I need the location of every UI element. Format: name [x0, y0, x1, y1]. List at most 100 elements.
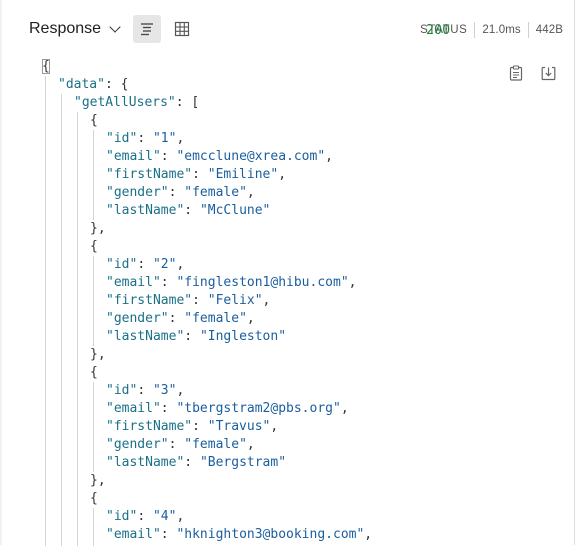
json-brace-open: { — [90, 365, 98, 380]
status-divider — [474, 22, 476, 38]
json-brace-close: }, — [90, 347, 106, 362]
indent-guide — [45, 76, 46, 546]
json-value-id: "3" — [152, 383, 177, 398]
json-comma: , — [348, 275, 357, 290]
json-colon: : — [192, 167, 208, 182]
json-line: "id": "1", — [106, 130, 184, 148]
json-line: "lastName": "Bergstram" — [106, 454, 286, 472]
json-line: "id": "3", — [106, 382, 184, 400]
json-key-data-text: data — [65, 77, 98, 92]
json-value-gender: "female" — [184, 185, 247, 200]
indent-guide — [61, 94, 62, 546]
json-key-email: "email" — [106, 149, 161, 164]
json-value-gender: "female" — [184, 311, 247, 326]
json-comma: , — [364, 527, 373, 542]
json-value-lastName: "Bergstram" — [199, 455, 287, 470]
json-line: }, — [90, 346, 106, 364]
json-comma: , — [176, 131, 185, 146]
json-brace-open: { — [90, 491, 98, 506]
json-key-firstName: "firstName" — [106, 293, 193, 308]
json-comma: , — [246, 185, 255, 200]
json-line: "data": { — [58, 77, 129, 92]
json-comma: , — [176, 509, 185, 524]
json-key-id: "id" — [106, 257, 138, 272]
json-key-gender: "gender" — [106, 185, 169, 200]
json-key-data: "data" — [58, 77, 105, 92]
json-line: "gender": "female", — [106, 310, 255, 328]
json-line: "lastName": "Ingleston" — [106, 328, 286, 346]
json-key-gender: "gender" — [106, 437, 169, 452]
json-value-lastName: "Ingleston" — [199, 329, 287, 344]
json-line: { — [90, 364, 98, 382]
json-key-email: "email" — [106, 401, 161, 416]
json-line: }, — [90, 220, 106, 238]
json-value-email: "emcclune@xrea.com" — [176, 149, 326, 164]
json-line: "email": "fingleston1@hibu.com", — [106, 274, 356, 292]
json-line: "firstName": "Travus", — [106, 418, 278, 436]
json-key-email: "email" — [106, 527, 161, 542]
response-title: Response — [29, 20, 102, 37]
indent-guide — [77, 112, 78, 546]
status-divider — [527, 22, 529, 38]
json-line: "gender": "female", — [106, 184, 255, 202]
json-comma: , — [176, 383, 185, 398]
json-line: "id": "4", — [106, 508, 184, 526]
json-line: "getAllUsers": [ — [74, 95, 200, 110]
json-line: { — [90, 490, 98, 508]
json-value-firstName: "Travus" — [207, 419, 271, 434]
response-view-dropdown[interactable]: Response — [29, 20, 121, 38]
json-key-id: "id" — [106, 383, 138, 398]
json-colon: : — [160, 527, 177, 542]
pretty-view-icon — [141, 23, 153, 36]
json-colon: : — [160, 401, 177, 416]
json-line: "firstName": "Felix", — [106, 292, 270, 310]
chevron-down-icon — [109, 20, 121, 33]
json-brace-open: { — [90, 239, 98, 254]
status-code: 200 — [426, 23, 451, 38]
json-value-email: "hknighton3@booking.com" — [176, 527, 365, 542]
indent-guide — [93, 130, 94, 220]
json-value-firstName: "Felix" — [207, 293, 263, 308]
json-comma: , — [246, 437, 255, 452]
download-button[interactable] — [540, 64, 556, 82]
json-key-lastName: "lastName" — [106, 329, 185, 344]
json-colon: : — [137, 509, 153, 524]
json-colon: : — [137, 257, 153, 272]
json-brace-open: { — [42, 59, 50, 74]
json-colon: : — [184, 329, 200, 344]
response-size: 442B — [535, 24, 563, 36]
json-key-lastName: "lastName" — [106, 455, 185, 470]
json-colon: : — [160, 149, 177, 164]
json-value-email: "fingleston1@hibu.com" — [176, 275, 349, 290]
json-brace-close: }, — [90, 221, 106, 236]
json-comma: , — [325, 149, 333, 164]
json-colon: : — [184, 203, 200, 218]
json-brace-open: { — [90, 113, 98, 128]
table-view-button[interactable] — [168, 15, 196, 43]
json-key-id: "id" — [106, 509, 138, 524]
json-key-firstName: "firstName" — [106, 419, 193, 434]
json-colon: : — [192, 293, 208, 308]
response-time: 21.0ms — [482, 24, 521, 36]
json-value-email: "tbergstram2@pbs.org" — [176, 401, 341, 416]
download-icon — [541, 66, 555, 80]
json-response-panel[interactable]: { "data": { "getAllUsers": [ { "id": "1",… — [0, 58, 575, 546]
json-comma: , — [262, 293, 271, 308]
json-line: { — [42, 58, 50, 76]
json-key-gender: "gender" — [106, 311, 169, 326]
json-key-firstName: "firstName" — [106, 167, 193, 182]
json-colon: : — [137, 383, 153, 398]
response-header: Response STATUS 200 21.0ms 442B — [0, 0, 575, 58]
json-line: "id": "2", — [106, 256, 184, 274]
json-line: "email": "emcclune@xrea.com", — [106, 148, 333, 166]
copy-button[interactable] — [508, 64, 524, 82]
pretty-view-button[interactable] — [133, 15, 161, 43]
json-value-lastName: "McClune" — [199, 203, 271, 218]
indent-guide — [93, 256, 94, 346]
indent-guide — [93, 382, 94, 472]
table-view-icon — [174, 21, 190, 37]
json-value-id: "4" — [152, 509, 177, 524]
json-key-query-text: getAllUsers — [81, 95, 168, 110]
json-line: "email": "hknighton3@booking.com", — [106, 526, 372, 544]
json-value-id: "1" — [152, 131, 177, 146]
